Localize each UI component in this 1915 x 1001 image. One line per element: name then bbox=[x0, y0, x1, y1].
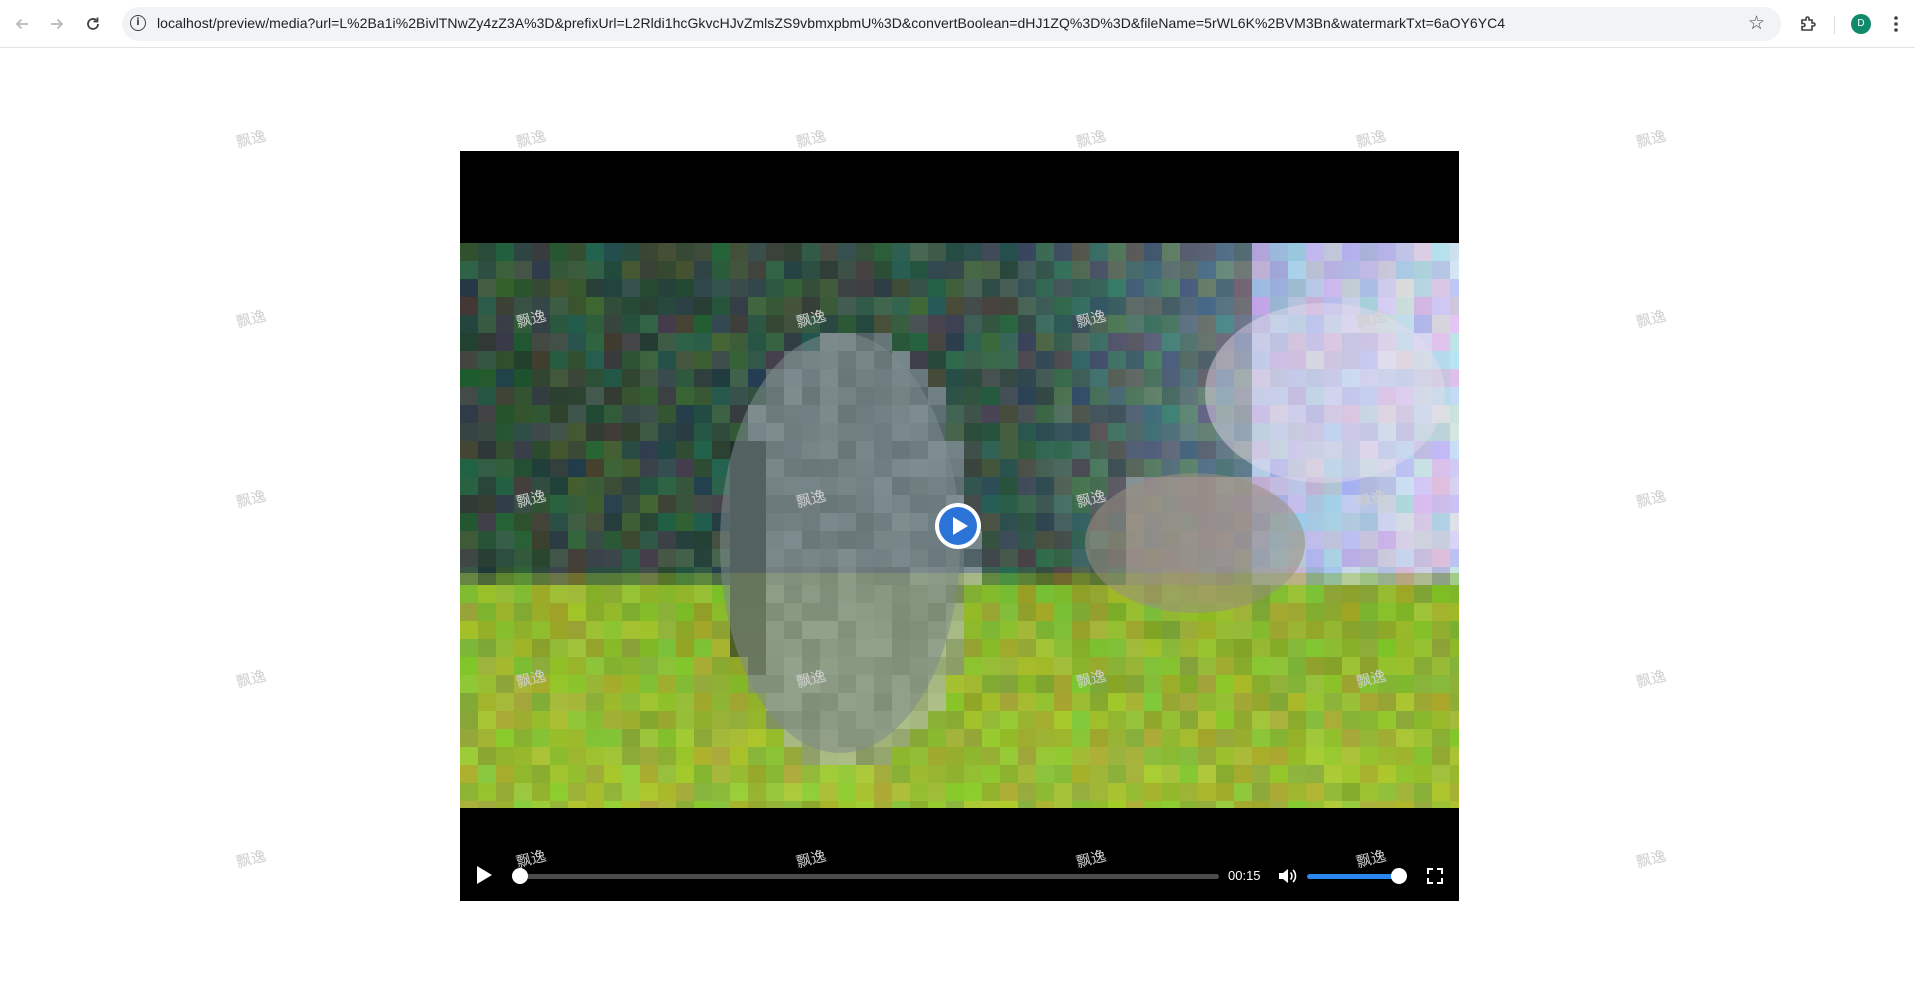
watermark-text: 飘逸 bbox=[234, 847, 268, 872]
browser-toolbar: i localhost/preview/media?url=L%2Ba1i%2B… bbox=[0, 0, 1915, 48]
volume-handle[interactable] bbox=[1391, 868, 1407, 884]
watermark-text: 飘逸 bbox=[234, 127, 268, 152]
watermark-text: 飘逸 bbox=[514, 127, 548, 152]
play-icon[interactable] bbox=[477, 866, 492, 884]
play-circle-icon[interactable] bbox=[935, 503, 981, 549]
volume-slider[interactable] bbox=[1307, 874, 1399, 879]
address-bar[interactable]: i localhost/preview/media?url=L%2Ba1i%2B… bbox=[122, 7, 1781, 41]
watermark-text: 飘逸 bbox=[1634, 667, 1668, 692]
watermark-text: 飘逸 bbox=[1634, 127, 1668, 152]
watermark-text: 飘逸 bbox=[1634, 307, 1668, 332]
puzzle-icon[interactable] bbox=[1796, 12, 1820, 36]
current-time: 00:15 bbox=[1228, 868, 1261, 883]
watermark-text: 飘逸 bbox=[234, 307, 268, 332]
watermark-text: 飘逸 bbox=[1354, 127, 1388, 152]
watermark-text: 飘逸 bbox=[794, 127, 828, 152]
player-controls: 00:15 bbox=[460, 851, 1459, 901]
watermark-text: 飘逸 bbox=[234, 487, 268, 512]
toolbar-divider bbox=[1834, 16, 1835, 34]
kebab-menu-icon[interactable] bbox=[1884, 12, 1908, 36]
progress-bar[interactable] bbox=[519, 874, 1219, 879]
watermark-text: 飘逸 bbox=[1634, 487, 1668, 512]
avatar[interactable]: D bbox=[1851, 14, 1871, 34]
forward-arrow-icon[interactable] bbox=[45, 12, 69, 36]
fullscreen-icon[interactable] bbox=[1425, 866, 1445, 886]
watermark-text: 飘逸 bbox=[1074, 127, 1108, 152]
volume-icon[interactable] bbox=[1276, 865, 1298, 887]
video-player[interactable]: 00:15 bbox=[460, 151, 1459, 901]
back-arrow-icon[interactable] bbox=[10, 12, 34, 36]
info-icon[interactable]: i bbox=[130, 15, 146, 31]
reload-icon[interactable] bbox=[81, 12, 105, 36]
watermark-text: 飘逸 bbox=[234, 667, 268, 692]
url-text[interactable]: localhost/preview/media?url=L%2Ba1i%2Biv… bbox=[157, 15, 1505, 31]
watermark-text: 飘逸 bbox=[1634, 847, 1668, 872]
star-icon[interactable]: ☆ bbox=[1748, 12, 1765, 34]
